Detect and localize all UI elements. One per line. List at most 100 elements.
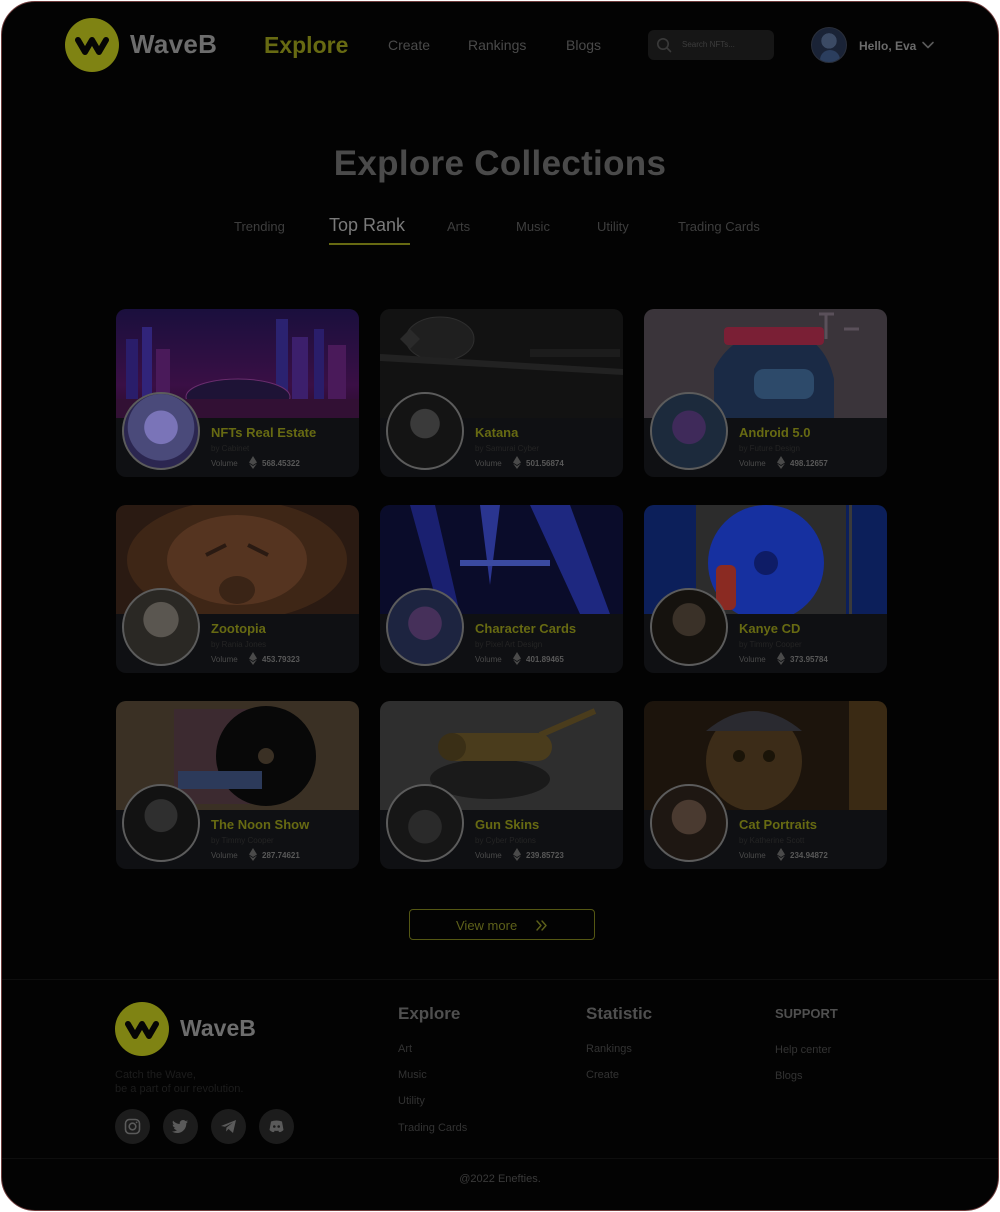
volume-value: 373.95784 (790, 655, 828, 664)
tab-top-rank[interactable]: Top Rank (329, 215, 405, 236)
collection-creator[interactable]: by Katherine Scott (739, 836, 804, 845)
volume-value: 501.56874 (526, 459, 564, 468)
volume-value: 239.85723 (526, 851, 564, 860)
nav-explore[interactable]: Explore (264, 32, 348, 59)
creator-avatar[interactable] (650, 588, 728, 666)
volume-value: 453.79323 (262, 655, 300, 664)
volume-label: Volume (211, 459, 238, 468)
volume-value: 498.12657 (790, 459, 828, 468)
collection-creator[interactable]: by Timmy Cooper (739, 640, 802, 649)
collection-creator[interactable]: by Cyber Potions (475, 836, 536, 845)
page-frame: WaveB Explore Create Rankings Blogs Sear… (1, 1, 999, 1211)
page-title: Explore Collections (333, 144, 667, 183)
twitter-icon[interactable] (163, 1109, 198, 1144)
tab-trading-cards[interactable]: Trading Cards (678, 219, 760, 234)
creator-avatar[interactable] (650, 392, 728, 470)
footer-link-art[interactable]: Art (398, 1043, 412, 1055)
wave-logo-icon[interactable] (115, 1002, 169, 1056)
ethereum-icon (777, 456, 785, 469)
chevron-down-icon[interactable] (921, 38, 935, 52)
ethereum-icon (249, 652, 257, 665)
footer-link-help-center[interactable]: Help center (775, 1044, 831, 1056)
tab-utility[interactable]: Utility (597, 219, 629, 234)
nav-create[interactable]: Create (388, 37, 430, 53)
creator-avatar[interactable] (122, 392, 200, 470)
volume-value: 568.45322 (262, 459, 300, 468)
tagline-line-2: be a part of our revolution. (115, 1083, 244, 1095)
ethereum-icon (249, 848, 257, 861)
discord-icon[interactable] (259, 1109, 294, 1144)
footer-link-blogs[interactable]: Blogs (775, 1070, 803, 1082)
view-more-button[interactable]: View more (409, 909, 595, 940)
collection-name[interactable]: Android 5.0 (739, 425, 811, 440)
volume-label: Volume (211, 851, 238, 860)
creator-avatar[interactable] (650, 784, 728, 862)
active-tab-indicator (329, 243, 410, 245)
volume-label: Volume (739, 851, 766, 860)
ethereum-icon (777, 848, 785, 861)
user-greeting[interactable]: Hello, Eva (859, 39, 916, 53)
creator-avatar[interactable] (122, 588, 200, 666)
search-icon (657, 38, 672, 53)
ethereum-icon (513, 652, 521, 665)
collection-creator[interactable]: by Pixel Art Design (475, 640, 542, 649)
search-input[interactable]: Search NFTs... (648, 30, 774, 60)
tab-music[interactable]: Music (516, 219, 550, 234)
volume-label: Volume (211, 655, 238, 664)
footer-bottom-divider (2, 1158, 998, 1159)
ethereum-icon (513, 848, 521, 861)
volume-label: Volume (739, 655, 766, 664)
copyright-text: @2022 Enefties. (459, 1173, 541, 1185)
top-header: WaveB Explore Create Rankings Blogs Sear… (2, 2, 998, 92)
view-more-label: View more (456, 918, 518, 933)
creator-avatar[interactable] (122, 784, 200, 862)
collection-creator[interactable]: by Timmy Cooper (211, 836, 274, 845)
brand-name[interactable]: WaveB (130, 29, 217, 60)
volume-label: Volume (475, 655, 502, 664)
collection-name[interactable]: Gun Skins (475, 817, 539, 832)
creator-avatar[interactable] (386, 392, 464, 470)
footer-brand-name[interactable]: WaveB (180, 1015, 256, 1042)
footer-support-heading: SUPPORT (775, 1006, 838, 1021)
collection-creator[interactable]: by Cabinet (211, 444, 249, 453)
nav-blogs[interactable]: Blogs (566, 37, 601, 53)
footer-tagline: Catch the Wave, be a part of our revolut… (115, 1068, 243, 1096)
footer-divider (2, 979, 998, 980)
footer-link-music[interactable]: Music (398, 1069, 427, 1081)
search-placeholder: Search NFTs... (682, 40, 735, 49)
creator-avatar[interactable] (386, 588, 464, 666)
volume-label: Volume (739, 459, 766, 468)
nav-rankings[interactable]: Rankings (468, 37, 526, 53)
telegram-icon[interactable] (211, 1109, 246, 1144)
volume-value: 401.89465 (526, 655, 564, 664)
wave-logo-icon[interactable] (65, 18, 119, 72)
tagline-line-1: Catch the Wave, (115, 1069, 196, 1081)
collection-name[interactable]: The Noon Show (211, 817, 309, 832)
footer-link-rankings[interactable]: Rankings (586, 1043, 632, 1055)
collection-name[interactable]: NFTs Real Estate (211, 425, 316, 440)
double-chevron-right-icon (536, 920, 547, 931)
user-avatar[interactable] (811, 27, 847, 63)
volume-label: Volume (475, 851, 502, 860)
footer-link-create[interactable]: Create (586, 1069, 619, 1081)
collection-creator[interactable]: by Samurai Cyber (475, 444, 539, 453)
volume-value: 287.74621 (262, 851, 300, 860)
collection-name[interactable]: Zootopia (211, 621, 266, 636)
tab-arts[interactable]: Arts (447, 219, 470, 234)
collection-creator[interactable]: by Rania Jones (211, 640, 266, 649)
volume-label: Volume (475, 459, 502, 468)
collection-name[interactable]: Kanye CD (739, 621, 800, 636)
collection-creator[interactable]: by Future Design (739, 444, 800, 453)
creator-avatar[interactable] (386, 784, 464, 862)
collection-name[interactable]: Katana (475, 425, 518, 440)
ethereum-icon (777, 652, 785, 665)
footer-link-utility[interactable]: Utility (398, 1095, 425, 1107)
collection-name[interactable]: Cat Portraits (739, 817, 817, 832)
collection-name[interactable]: Character Cards (475, 621, 576, 636)
instagram-icon[interactable] (115, 1109, 150, 1144)
footer-link-trading-cards[interactable]: Trading Cards (398, 1122, 467, 1134)
ethereum-icon (249, 456, 257, 469)
ethereum-icon (513, 456, 521, 469)
tab-trending[interactable]: Trending (234, 219, 285, 234)
footer-explore-heading: Explore (398, 1004, 461, 1023)
